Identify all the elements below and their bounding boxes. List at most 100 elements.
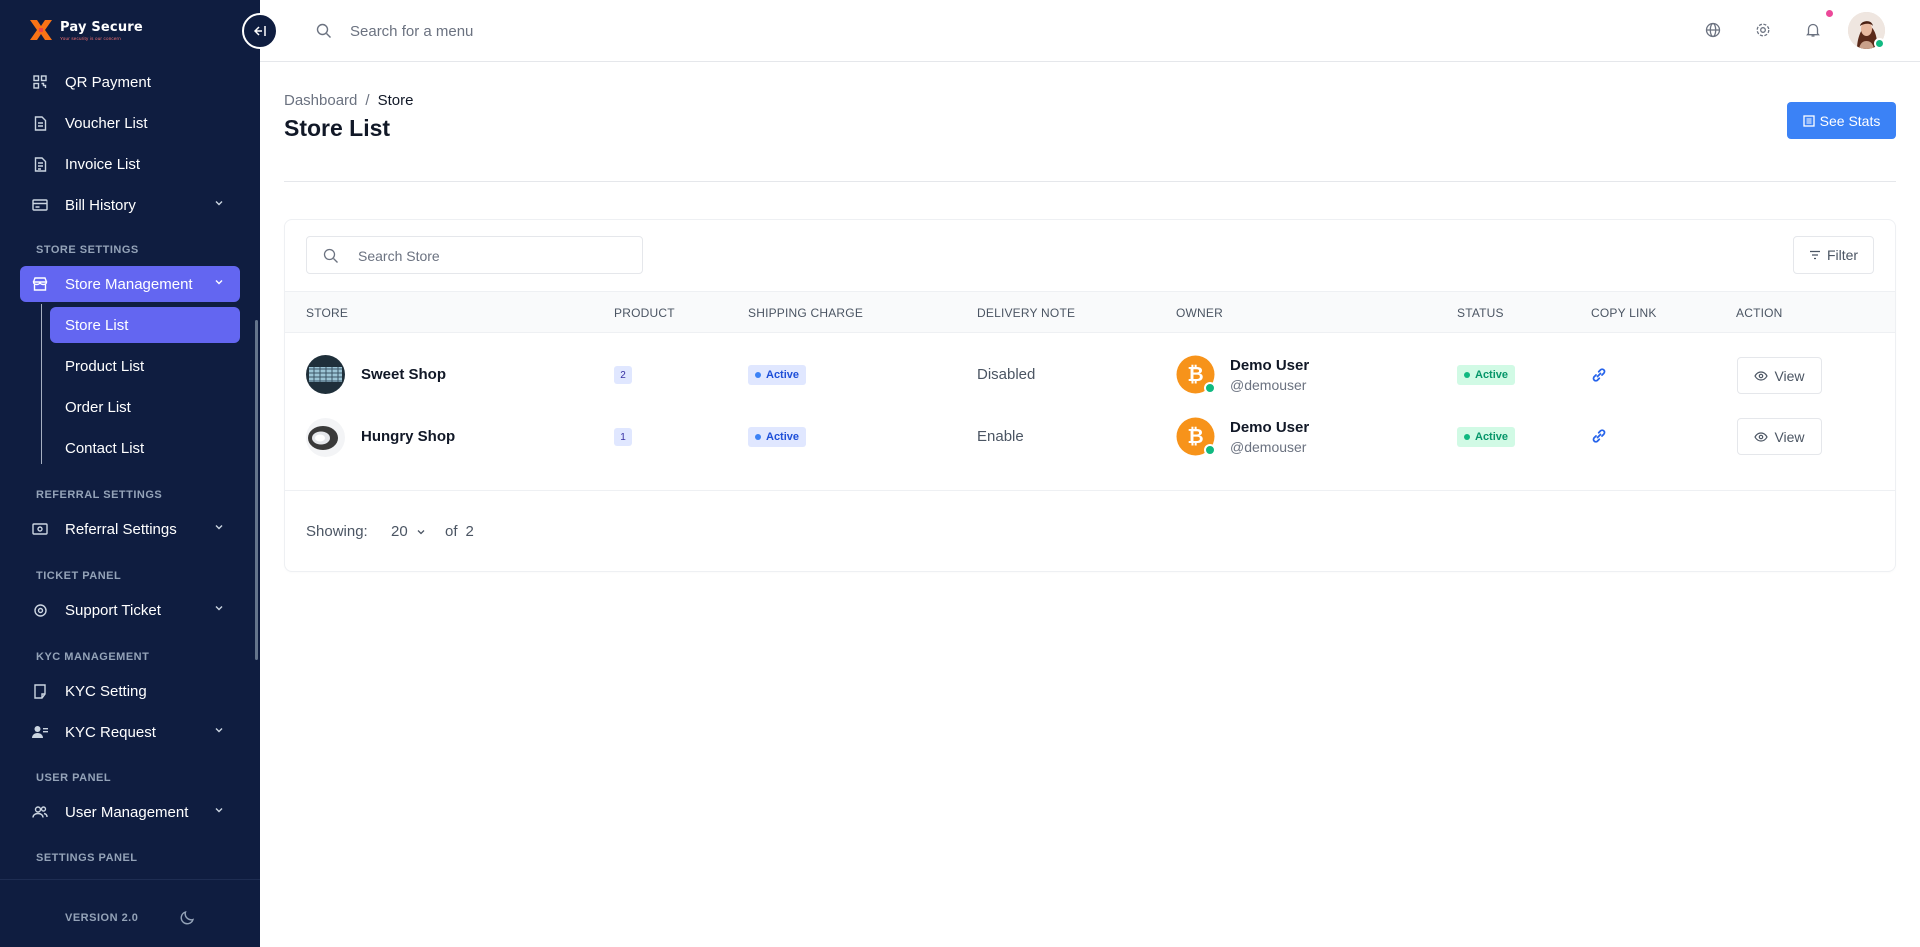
- sidebar-subitem-store-list[interactable]: Store List: [50, 307, 240, 343]
- gear-icon[interactable]: [1755, 22, 1771, 38]
- column-header-owner: OWNER: [1176, 306, 1223, 320]
- document-icon: [32, 683, 48, 699]
- view-button[interactable]: View: [1737, 357, 1822, 394]
- moon-icon[interactable]: [180, 909, 196, 925]
- sidebar-item-label: Store Management: [65, 275, 193, 293]
- breadcrumb-current: Store: [377, 92, 414, 109]
- bitcoin-icon: ₿: [1176, 355, 1216, 394]
- sidebar-item-qr-payment[interactable]: QR Payment: [20, 64, 240, 100]
- shipping-status-label: Active: [766, 369, 800, 381]
- store-icon: [32, 276, 48, 292]
- sidebar-scrollbar[interactable]: [255, 320, 258, 660]
- status-label: Active: [1475, 369, 1509, 381]
- see-stats-button[interactable]: See Stats: [1787, 102, 1896, 139]
- column-header-copy-link: COPY LINK: [1591, 306, 1657, 320]
- sidebar-item-voucher-list[interactable]: Voucher List: [20, 105, 240, 141]
- filter-label: Filter: [1826, 247, 1859, 263]
- status-badge: Active: [1457, 365, 1516, 385]
- filter-icon: [1809, 250, 1820, 260]
- status-label: Active: [1475, 431, 1509, 443]
- sidebar-item-label: Support Ticket: [65, 601, 161, 619]
- breadcrumb-separator: /: [365, 92, 370, 109]
- column-header-action: ACTION: [1736, 306, 1783, 320]
- store-table-card: Filter STORE PRODUCT SHIPPING CHARGE DEL…: [284, 219, 1896, 572]
- sidebar-item-bill-history[interactable]: Bill History: [20, 187, 240, 223]
- sidebar-collapse-button[interactable]: [242, 13, 278, 49]
- store-search-input[interactable]: [358, 245, 628, 267]
- store-name: Hungry Shop: [361, 428, 456, 445]
- sidebar-item-invoice-list[interactable]: Invoice List: [20, 146, 240, 182]
- chevron-down-icon: [215, 808, 223, 813]
- collapse-left-icon: [253, 26, 266, 36]
- sidebar-item-label: KYC Setting: [65, 682, 147, 700]
- sidebar-subitem-product-list[interactable]: Product List: [50, 348, 240, 384]
- see-stats-label: See Stats: [1819, 112, 1881, 129]
- online-status-dot: [1874, 38, 1885, 49]
- notification-dot: [1826, 10, 1833, 17]
- view-label: View: [1774, 428, 1805, 445]
- owner-name: Demo User: [1230, 357, 1310, 374]
- voucher-icon: [32, 115, 48, 131]
- svg-text:₿: ₿: [1187, 362, 1203, 386]
- column-header-shipping-charge: SHIPPING CHARGE: [748, 306, 864, 320]
- chevron-down-icon: [215, 201, 223, 206]
- pay-secure-logo-icon: [30, 20, 52, 40]
- users-icon: [32, 804, 48, 820]
- sidebar-item-kyc-setting[interactable]: KYC Setting: [20, 673, 240, 709]
- store-logo: [306, 355, 345, 394]
- product-count-badge: 1: [614, 428, 632, 446]
- link-icon[interactable]: [1591, 367, 1607, 383]
- store-logo-icon: [306, 355, 345, 394]
- owner-avatar: ₿: [1176, 355, 1216, 394]
- store-search-box[interactable]: [306, 236, 643, 274]
- bell-icon[interactable]: [1805, 22, 1821, 38]
- status-dot: [755, 434, 761, 440]
- breadcrumb-dashboard[interactable]: Dashboard: [284, 92, 357, 109]
- shipping-status-label: Active: [766, 431, 800, 443]
- column-header-status: STATUS: [1457, 306, 1504, 320]
- sidebar-item-support-ticket[interactable]: Support Ticket: [20, 592, 240, 628]
- qr-code-icon: [32, 74, 48, 90]
- sidebar-item-kyc-request[interactable]: KYC Request: [20, 714, 240, 750]
- owner-handle: @demouser: [1230, 439, 1307, 455]
- section-label-store-settings: STORE SETTINGS: [36, 244, 139, 256]
- column-header-store: STORE: [306, 306, 349, 320]
- search-icon: [323, 248, 338, 263]
- sidebar-item-label: QR Payment: [65, 73, 151, 91]
- sidebar-subitem-order-list[interactable]: Order List: [50, 389, 240, 425]
- svg-text:₿: ₿: [1187, 424, 1203, 448]
- sidebar-item-label: KYC Request: [65, 723, 156, 741]
- user-check-icon: [32, 724, 48, 740]
- chevron-down-icon: [215, 606, 223, 611]
- globe-icon[interactable]: [1705, 22, 1721, 38]
- page-size-select[interactable]: 20: [391, 523, 426, 540]
- bitcoin-icon: ₿: [1176, 417, 1216, 456]
- sidebar-item-store-management[interactable]: Store Management: [20, 266, 240, 302]
- menu-search-input[interactable]: [350, 18, 750, 44]
- eye-icon: [1754, 431, 1769, 442]
- showing-label: Showing:: [306, 523, 368, 540]
- link-icon[interactable]: [1591, 428, 1607, 444]
- divider: [285, 490, 1895, 491]
- sidebar-subitem-contact-list[interactable]: Contact List: [50, 430, 240, 466]
- sidebar-item-referral-settings[interactable]: Referral Settings: [20, 511, 240, 547]
- section-label-user-panel: USER PANEL: [36, 772, 112, 784]
- filter-button[interactable]: Filter: [1793, 236, 1874, 274]
- eye-icon: [1754, 370, 1769, 381]
- page-title: Store List: [284, 115, 391, 141]
- table-header: STORE PRODUCT SHIPPING CHARGE DELIVERY N…: [285, 291, 1895, 333]
- section-label-settings-panel: SETTINGS PANEL: [36, 852, 138, 864]
- shipping-status-badge: Active: [748, 365, 807, 385]
- column-header-delivery-note: DELIVERY NOTE: [977, 306, 1076, 320]
- pagination-total: of 2: [445, 523, 474, 540]
- store-name: Sweet Shop: [361, 366, 447, 383]
- chevron-down-icon: [215, 280, 223, 285]
- section-label-kyc-management: KYC MANAGEMENT: [36, 651, 150, 663]
- view-button[interactable]: View: [1737, 418, 1822, 455]
- brand-logo[interactable]: Pay Secure Your security is our concern: [28, 18, 143, 42]
- sidebar-item-label: Invoice List: [65, 155, 141, 173]
- status-badge: Active: [1457, 427, 1516, 447]
- chevron-down-icon: [417, 529, 425, 534]
- sidebar-item-user-management[interactable]: User Management: [20, 794, 240, 830]
- table-row: Sweet Shop 2 Active Disabled ₿ Demo User…: [285, 344, 1895, 406]
